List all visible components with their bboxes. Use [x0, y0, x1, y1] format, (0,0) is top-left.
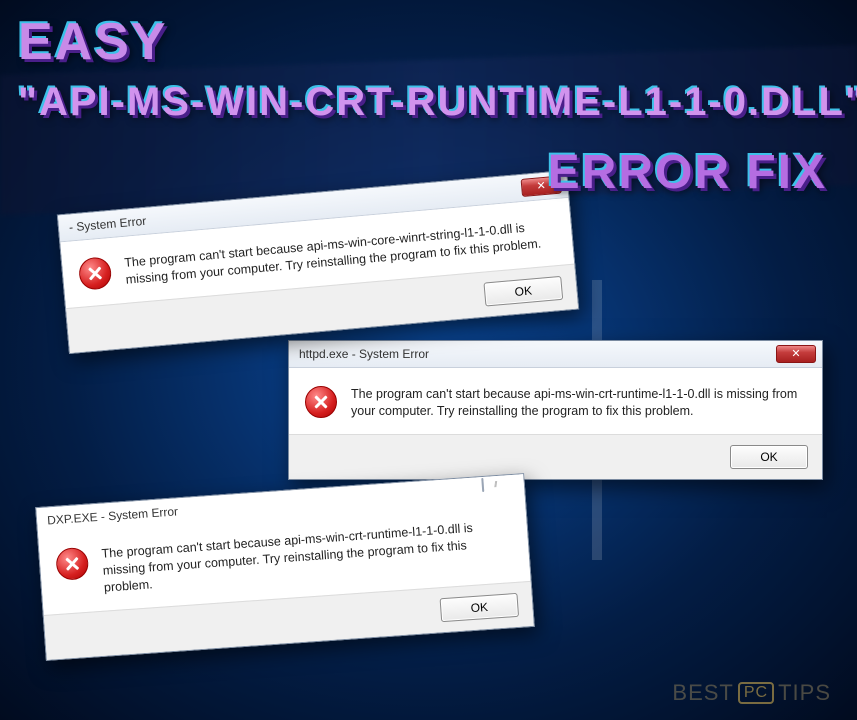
ok-button[interactable]: OK — [483, 276, 563, 307]
ok-button[interactable]: OK — [730, 445, 808, 469]
error-icon — [55, 547, 89, 581]
dialog-title: httpd.exe - System Error — [299, 347, 429, 361]
headline-easy: EASY — [18, 12, 168, 72]
error-message: The program can't start because api-ms-w… — [101, 517, 510, 596]
headline-filename: "API-MS-WIN-CRT-RUNTIME-L1-1-0.DLL" — [18, 80, 839, 125]
brand-pc-badge: PC — [738, 682, 774, 704]
error-dialog-2: httpd.exe - System Error ✕ The program c… — [288, 340, 823, 480]
titlebar: httpd.exe - System Error ✕ — [289, 341, 822, 368]
dialog-title: - System Error — [68, 214, 146, 235]
close-button[interactable]: ✕ — [776, 345, 816, 363]
error-dialog-3: DXP.EXE - System Error The program can't… — [35, 473, 535, 660]
dialog-body: The program can't start because api-ms-w… — [289, 368, 822, 434]
brand-left: BEST — [672, 680, 733, 706]
error-icon — [78, 256, 113, 291]
ok-button[interactable]: OK — [440, 592, 519, 621]
error-icon — [305, 386, 337, 418]
brand-right: TIPS — [778, 680, 831, 706]
headline-error-fix: ERROR FIX — [548, 145, 827, 200]
error-message: The program can't start because api-ms-w… — [351, 386, 802, 420]
watermark-brand: BEST PC TIPS — [672, 680, 831, 706]
dialog-footer: OK — [289, 434, 822, 479]
